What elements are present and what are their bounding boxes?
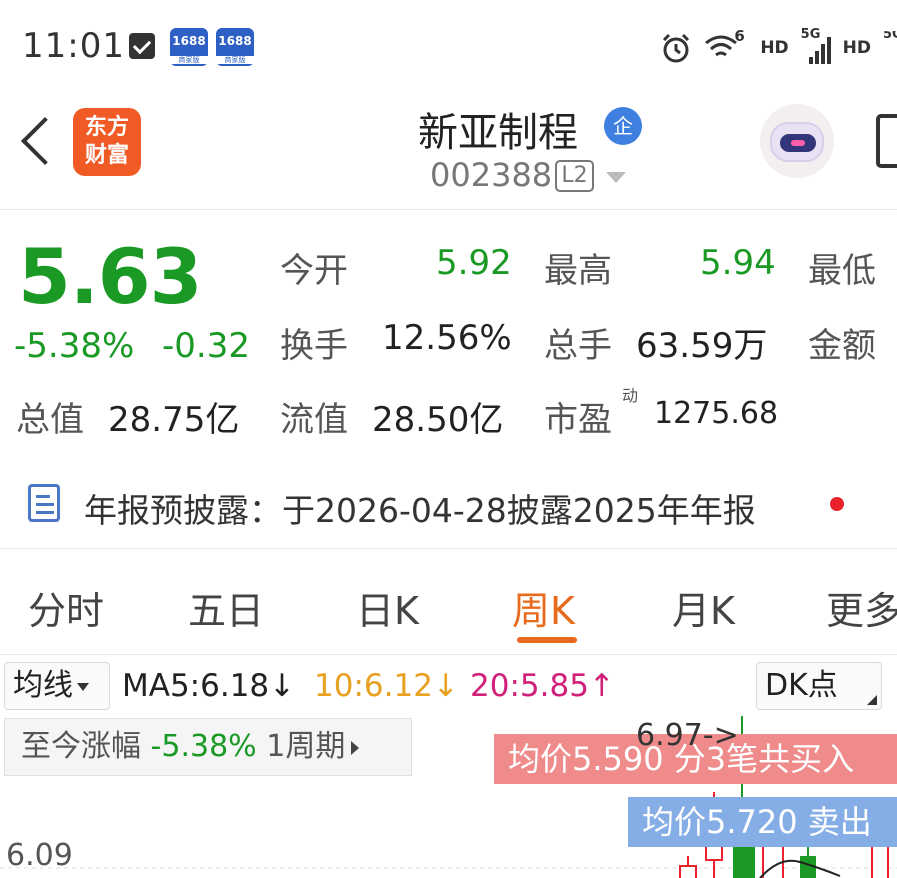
pe-dynamic-superscript: 动 [622, 386, 639, 405]
candle [679, 856, 697, 878]
app-1688-icon: 1688 商家版 [170, 28, 208, 66]
status-indicators: 6 HD 5G HD 5G [660, 27, 897, 68]
sell-average-tag[interactable]: 均价5.720 卖出 [628, 797, 897, 847]
current-price: 5.63 [18, 232, 203, 321]
app-1688-icon: 1688 商家版 [216, 28, 254, 66]
volume-label: 总手 [544, 326, 612, 366]
back-arrow-icon[interactable] [20, 116, 70, 166]
float-value: 28.50亿 [372, 400, 504, 440]
open-label: 今开 [280, 251, 348, 291]
signal-icon-1: 5G [801, 27, 831, 65]
chevron-right-icon [351, 740, 360, 755]
high-label: 最高 [544, 251, 612, 291]
corner-triangle-icon [867, 695, 877, 705]
status-bar: 11:01 1688 商家版 1688 商家版 6 HD 5G HD 5 [0, 0, 897, 92]
change-percent: -5.38% [14, 326, 135, 366]
level2-badge[interactable]: L2 [555, 160, 594, 192]
tab-daily-k[interactable]: 日K [356, 580, 419, 635]
stock-name: 新亚制程 [418, 110, 578, 156]
wifi-icon: 6 [704, 27, 748, 63]
pe-value: 1275.68 [654, 396, 779, 431]
period-change-box[interactable]: 至今涨幅 -5.38% 1周期 [4, 718, 412, 776]
ma20-value: 20:5.85↑ [470, 668, 615, 704]
unread-dot [830, 497, 844, 511]
open-value: 5.92 [436, 243, 512, 283]
turnover-label: 换手 [280, 326, 348, 366]
alarm-icon [663, 33, 690, 63]
status-time: 11:01 [22, 26, 125, 66]
tab-five-day[interactable]: 五日 [188, 580, 264, 635]
tab-more[interactable]: 更多 [826, 580, 897, 635]
high-price-marker: 6.97-> [636, 718, 739, 753]
pe-label: 市盈 [544, 400, 612, 440]
annual-report-notice[interactable]: 年报预披露：于2026-04-28披露2025年年报 [84, 484, 756, 532]
mktcap-label: 总值 [16, 400, 84, 440]
dk-point-button[interactable]: DK点 [756, 662, 882, 710]
ai-assistant-robot-icon[interactable] [760, 104, 834, 178]
ma10-value: 10:6.12↓ [314, 668, 459, 704]
low-label: 最低 [808, 251, 876, 291]
change-amount: -0.32 [162, 326, 250, 366]
tab-monthly-k[interactable]: 月K [672, 580, 735, 635]
divider [0, 548, 897, 549]
hd-label: HD [760, 38, 789, 58]
active-tab-indicator [517, 637, 577, 643]
float-label: 流值 [280, 400, 348, 440]
chevron-down-icon[interactable] [606, 172, 626, 183]
eastmoney-logo[interactable]: 东方 财富 [73, 108, 141, 176]
turnover-value: 12.56% [382, 318, 512, 358]
checkbox-notification-icon [129, 33, 155, 59]
stock-header: 东方 财富 新亚制程 企 002388 L2 [0, 92, 897, 210]
y-axis-tick: 6.09 [6, 838, 73, 873]
hd-label: HD [842, 38, 871, 58]
stock-code: 002388 [430, 156, 553, 194]
signal-icon-2: 5G [883, 31, 897, 42]
ma-selector[interactable]: 均线 [4, 662, 110, 710]
more-menu-icon[interactable] [876, 114, 897, 168]
mktcap-value: 28.75亿 [108, 400, 240, 440]
document-icon [28, 484, 60, 522]
high-value: 5.94 [700, 243, 776, 283]
tab-weekly-k[interactable]: 周K [512, 580, 575, 635]
enterprise-badge-icon[interactable]: 企 [604, 107, 642, 145]
tab-intraday[interactable]: 分时 [28, 580, 104, 635]
volume-value: 63.59万 [636, 326, 768, 366]
divider [0, 654, 897, 655]
chevron-down-icon [77, 682, 89, 691]
ma5-value: MA5:6.18↓ [122, 668, 296, 704]
amount-label: 金额 [808, 326, 876, 366]
